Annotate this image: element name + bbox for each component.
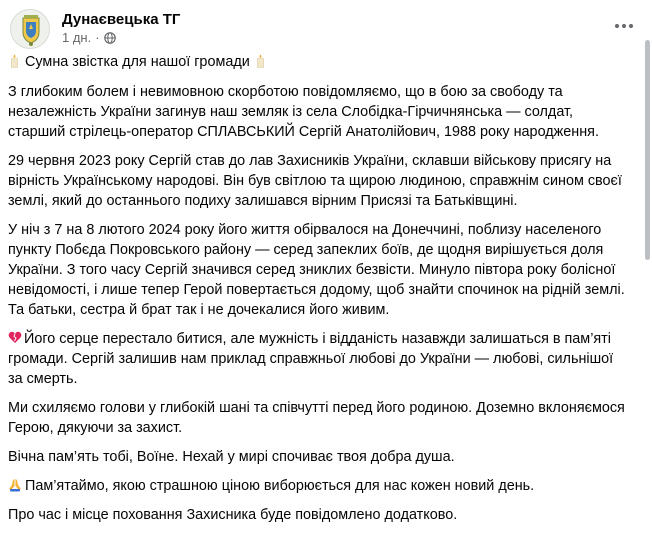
post-paragraph-text: Його серце перестало битися, але мужніст… <box>8 331 614 387</box>
post-paragraph: Вічна пам’ять тобі, Воїне. Нехай у мирі … <box>8 449 455 465</box>
post-content: Сумна звістка для нашої громади З глибок… <box>8 52 628 534</box>
facebook-post: Дунаєвецька ТГ 1 дн. · Сумна звістка для… <box>0 0 652 523</box>
post-paragraph: У ніч з 7 на 8 лютого 2024 року його жит… <box>8 222 625 318</box>
community-crest-avatar-icon <box>11 10 49 48</box>
post-paragraph-with-hands: Пам’ятаймо, якою страшною ціною виборюєт… <box>8 476 628 496</box>
post-meta: 1 дн. · <box>62 30 116 46</box>
post-paragraph: Ми схиляємо голови у глибокій шані та сп… <box>8 400 625 436</box>
post-paragraph: З глибоким болем і невимовною скорботою … <box>8 84 599 140</box>
meta-separator: · <box>95 30 100 45</box>
post-title: Сумна звістка для нашої громади <box>25 54 250 70</box>
broken-heart-icon <box>8 331 22 343</box>
page-avatar[interactable] <box>10 9 50 49</box>
globe-icon[interactable] <box>103 32 116 44</box>
post-time[interactable]: 1 дн. <box>62 30 91 46</box>
post-title-line: Сумна звістка для нашої громади <box>8 52 628 72</box>
post-paragraph: 29 червня 2023 року Сергій став до лав З… <box>8 153 622 209</box>
post-paragraph-with-heart: Його серце перестало битися, але мужніст… <box>8 329 628 389</box>
post-paragraph: Про час і місце поховання Захисника буде… <box>8 507 458 523</box>
candle-icon <box>256 54 264 68</box>
page-name[interactable]: Дунаєвецька ТГ <box>62 11 180 29</box>
scrollbar-thumb[interactable] <box>645 40 650 260</box>
more-options-icon <box>615 24 633 28</box>
more-options-button[interactable] <box>610 16 638 36</box>
folded-hands-icon <box>9 479 21 492</box>
candle-icon <box>11 54 18 68</box>
post-header: Дунаєвецька ТГ 1 дн. · <box>8 8 644 49</box>
post-paragraph-text: Пам’ятаймо, якою страшною ціною виборюєт… <box>25 478 535 494</box>
